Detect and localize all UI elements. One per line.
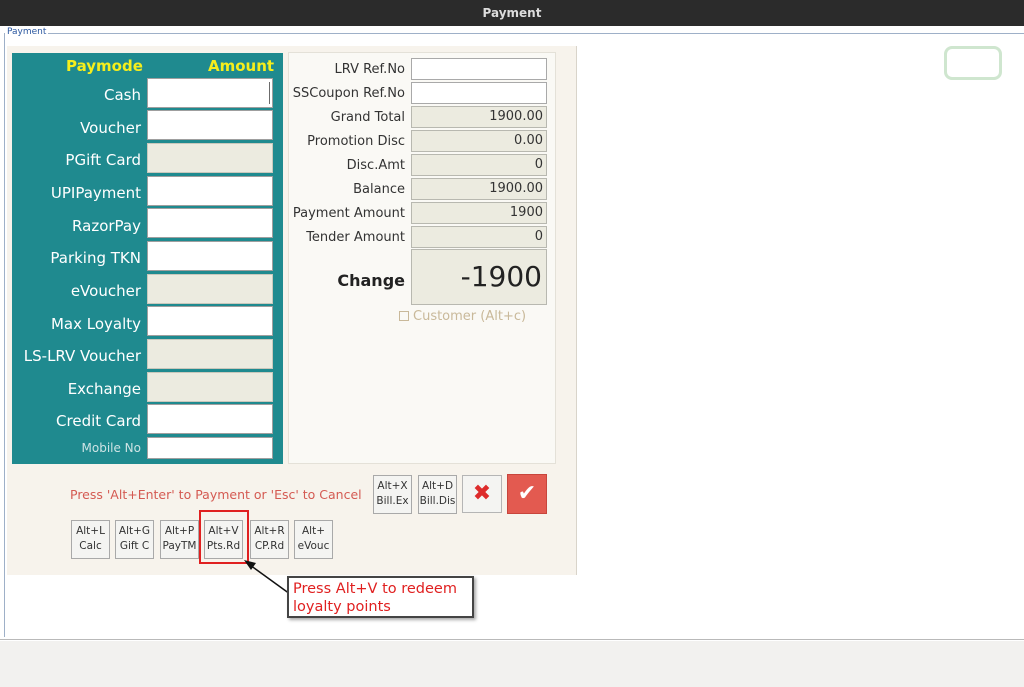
coupon-redeem-shortcut-key: Alt+R [254, 525, 285, 537]
paymode-label-pgift-card: PGift Card [65, 151, 141, 169]
pgift-card-amount-input [147, 143, 273, 173]
bill-exclude-shortcut: Alt+X [377, 480, 408, 492]
coupon-redeem-shortcut-label: CP.Rd [254, 540, 285, 552]
balance-label: Balance [353, 182, 405, 197]
credit-card-amount-input[interactable] [147, 404, 273, 434]
customer-checkbox-label: Customer (Alt+c) [413, 309, 527, 324]
window-title-bar: Payment [0, 0, 1024, 26]
summary-panel: LRV Ref.No SSCoupon Ref.No Grand Total 1… [288, 52, 556, 464]
paymode-label-max-loyalty: Max Loyalty [50, 315, 141, 333]
bill-exclude-label: Bill.Ex [376, 495, 409, 507]
mobile-no-input[interactable] [147, 437, 273, 459]
gift-card-shortcut-key: Alt+G [118, 525, 151, 537]
upipayment-amount-input[interactable] [147, 176, 273, 206]
payment-amount-label: Payment Amount [292, 206, 405, 221]
parking-tkn-amount-input[interactable] [147, 241, 273, 271]
sscoupon-ref-input[interactable] [411, 82, 547, 104]
paymode-label-razorpay: RazorPay [72, 217, 141, 235]
cash-amount-input[interactable] [147, 78, 273, 108]
paymode-label-parking-tkn: Parking TKN [50, 249, 141, 267]
payment-hint-text: Press 'Alt+Enter' to Payment or 'Esc' to… [70, 487, 362, 502]
change-value: -1900 [411, 249, 547, 305]
payment-group-title: Payment [5, 27, 49, 37]
exchange-amount-input [147, 372, 273, 402]
paymode-label-exchange: Exchange [67, 380, 141, 398]
evoucher-shortcut-label: eVouc [297, 540, 330, 552]
evoucher-shortcut-key: Alt+ [301, 525, 325, 537]
calc-shortcut-key: Alt+L [76, 525, 105, 537]
disc-amt-label: Disc.Amt [346, 158, 405, 173]
max-loyalty-amount-input[interactable] [147, 306, 273, 336]
paymode-panel: Paymode Amount Cash Voucher PGift Card U… [12, 53, 283, 464]
gift-card-shortcut-button[interactable]: Alt+G Gift C [115, 520, 154, 559]
grand-total-value: 1900.00 [411, 106, 547, 128]
mobile-no-label: Mobile No [81, 441, 142, 455]
confirm-payment-button[interactable]: ✔ [507, 474, 547, 514]
calc-shortcut-button[interactable]: Alt+L Calc [71, 520, 110, 559]
gift-card-shortcut-label: Gift C [119, 540, 150, 552]
calc-shortcut-label: Calc [79, 540, 102, 552]
checkmark-icon: ✔ [517, 481, 537, 506]
bill-discount-button[interactable]: Alt+D Bill.Dis [418, 475, 457, 514]
paytm-shortcut-button[interactable]: Alt+P PayTM [160, 520, 199, 559]
coupon-redeem-shortcut-button[interactable]: Alt+R CP.Rd [250, 520, 289, 559]
evoucher-shortcut-button[interactable]: Alt+ eVouc [294, 520, 333, 559]
paymode-label-credit-card: Credit Card [56, 412, 141, 430]
evoucher-amount-input [147, 274, 273, 304]
amount-header: Amount [208, 57, 275, 75]
balance-value: 1900.00 [411, 178, 547, 200]
promotion-disc-value: 0.00 [411, 130, 547, 152]
lrv-ref-input[interactable] [411, 58, 547, 80]
grand-total-label: Grand Total [330, 110, 405, 125]
customer-checkbox[interactable]: Customer (Alt+c) [399, 309, 526, 324]
bill-discount-shortcut: Alt+D [421, 480, 454, 492]
change-label: Change [337, 271, 405, 290]
ls-lrv-voucher-amount-input [147, 339, 273, 369]
payment-amount-value: 1900 [411, 202, 547, 224]
sscoupon-ref-label: SSCoupon Ref.No [292, 86, 405, 101]
close-icon: ✖ [472, 481, 492, 506]
jaldi-logo-watermark [944, 46, 1002, 80]
razorpay-amount-input[interactable] [147, 208, 273, 238]
bill-discount-label: Bill.Dis [419, 495, 456, 507]
bill-exclude-button[interactable]: Alt+X Bill.Ex [373, 475, 412, 514]
paytm-shortcut-key: Alt+P [164, 525, 195, 537]
alt-v-highlight-box [199, 510, 249, 564]
cancel-button[interactable]: ✖ [462, 475, 502, 513]
window-title: Payment [482, 6, 542, 20]
voucher-amount-input[interactable] [147, 110, 273, 140]
paymode-header: Paymode [66, 57, 143, 75]
disc-amt-value: 0 [411, 154, 547, 176]
paymode-label-cash: Cash [104, 86, 141, 104]
paymode-label-ls-lrv-voucher: LS-LRV Voucher [23, 347, 141, 365]
paytm-shortcut-label: PayTM [162, 540, 197, 552]
loyalty-redeem-callout: Press Alt+V to redeem loyalty points [287, 576, 474, 618]
paymode-label-upipayment: UPIPayment [50, 184, 141, 202]
tender-amount-label: Tender Amount [306, 230, 405, 245]
paymode-label-evoucher: eVoucher [70, 282, 141, 300]
paymode-label-voucher: Voucher [80, 119, 141, 137]
status-strip [0, 641, 1024, 687]
checkbox-icon [399, 311, 409, 321]
tender-amount-value: 0 [411, 226, 547, 248]
promotion-disc-label: Promotion Disc [307, 134, 405, 149]
lrv-ref-label: LRV Ref.No [334, 62, 405, 77]
